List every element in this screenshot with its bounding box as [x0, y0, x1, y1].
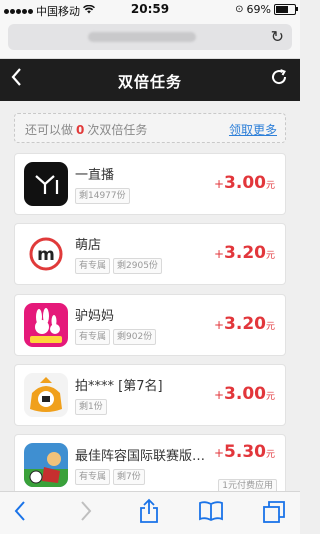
browser-back-icon[interactable]: [14, 500, 26, 527]
reward-amount: 3.20: [224, 243, 266, 263]
remaining-count: 0: [76, 123, 85, 137]
reward-unit: 元: [265, 181, 275, 191]
reward-plus: +: [213, 318, 225, 332]
page-title: 双倍任务: [117, 73, 182, 91]
refresh-icon[interactable]: [270, 67, 288, 91]
browser-toolbar: [0, 491, 300, 534]
reward-plus: +: [213, 446, 225, 460]
reward-plus: +: [213, 388, 225, 402]
remaining-info-bar: 还可以做 0 次双倍任务 领取更多: [14, 113, 286, 143]
yizhibo-app-icon: [24, 162, 68, 206]
tag-remaining: 剩902份: [113, 329, 157, 345]
task-reward: +3.00元: [214, 384, 275, 404]
reward-plus: +: [213, 247, 225, 261]
reward-unit: 元: [265, 251, 275, 261]
task-reward: +5.30元: [214, 442, 275, 462]
task-tags: 剩1份: [75, 399, 107, 415]
svg-text:m: m: [37, 245, 55, 265]
remaining-text: 还可以做 0 次双倍任务: [25, 121, 147, 138]
task-name: 一直播: [75, 168, 115, 183]
task-tags: 有专属 剩7份: [75, 469, 145, 485]
reward-plus: +: [213, 177, 225, 191]
task-name: 最佳阵容国际联赛版…: [75, 449, 206, 464]
task-card[interactable]: 一直播 剩14977份 +3.00元: [14, 153, 286, 215]
tag-exclusive: 有专属: [75, 469, 111, 485]
status-right: ⊙ 69%: [235, 3, 298, 16]
rotation-lock-icon: ⊙: [235, 4, 244, 15]
soccer-game-app-icon: [24, 443, 68, 487]
reward-amount: 3.20: [224, 314, 266, 334]
battery-icon: [274, 4, 298, 15]
reward-unit: 元: [265, 322, 275, 332]
reward-unit: 元: [265, 392, 275, 402]
task-card[interactable]: m 萌店 有专属 剩2905份 +3.20元: [14, 223, 286, 285]
task-name: 驴妈妈: [75, 309, 115, 324]
task-name: 萌店: [75, 238, 102, 253]
url-field[interactable]: ↻: [8, 24, 292, 50]
page-header: 双倍任务: [0, 59, 300, 101]
task-reward: +3.20元: [214, 314, 275, 334]
remaining-suffix: 次双倍任务: [87, 123, 148, 137]
task-tags: 剩14977份: [75, 188, 130, 204]
blurred-url: [88, 32, 196, 42]
browser-forward-icon[interactable]: [80, 500, 92, 527]
reward-amount: 3.00: [224, 384, 266, 404]
tag-remaining: 剩7份: [113, 469, 145, 485]
lvmama-app-icon: [24, 303, 68, 347]
get-more-link[interactable]: 领取更多: [229, 121, 277, 138]
pai-app-icon: [24, 373, 68, 417]
tag-exclusive: 有专属: [75, 258, 111, 274]
task-card[interactable]: 拍**** [第7名] 剩1份 +3.00元: [14, 364, 286, 426]
tag-remaining: 剩2905份: [113, 258, 162, 274]
task-card[interactable]: 驴妈妈 有专属 剩902份 +3.20元: [14, 294, 286, 356]
reward-amount: 3.00: [224, 173, 266, 193]
task-name: 拍**** [第7名]: [75, 379, 163, 394]
mengdian-app-icon: m: [24, 232, 68, 276]
tag-remaining: 剩1份: [75, 399, 107, 415]
reload-icon[interactable]: ↻: [271, 27, 284, 46]
tag-exclusive: 有专属: [75, 329, 111, 345]
task-tags: 有专属 剩902份: [75, 329, 157, 345]
task-tags: 有专属 剩2905份: [75, 258, 162, 274]
reward-unit: 元: [265, 450, 275, 460]
remaining-prefix: 还可以做: [25, 123, 74, 137]
bookmarks-icon[interactable]: [198, 500, 224, 527]
share-icon[interactable]: [138, 498, 160, 529]
paid-app-note: 1元付费应用: [218, 473, 277, 493]
task-reward: +3.00元: [214, 173, 275, 193]
task-reward: +3.20元: [214, 243, 275, 263]
reward-amount: 5.30: [224, 442, 266, 462]
battery-percent: 69%: [246, 3, 271, 16]
status-bar: 中国移动 20:59 ⊙ 69%: [0, 0, 300, 18]
tag-remaining: 剩14977份: [75, 188, 130, 204]
browser-address-bar: ↻: [0, 18, 300, 59]
task-card[interactable]: 最佳阵容国际联赛版… 有专属 剩7份 +5.30元 1元付费应用: [14, 434, 286, 496]
tabs-icon[interactable]: [262, 500, 286, 529]
